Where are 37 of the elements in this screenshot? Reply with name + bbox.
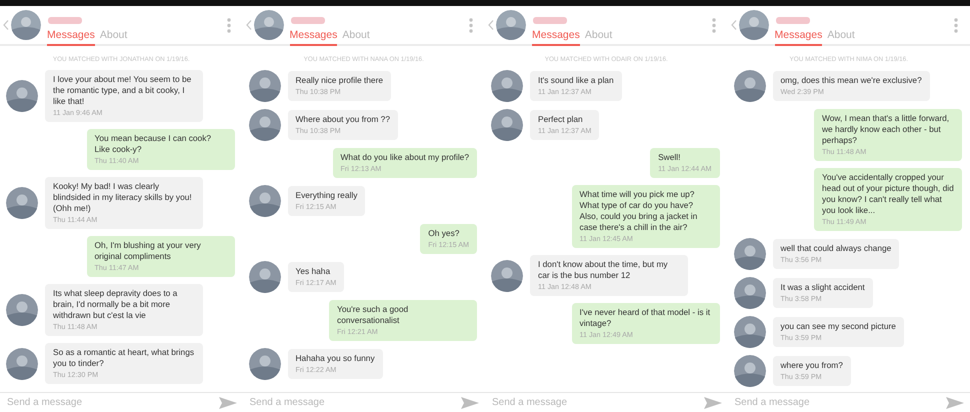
avatar[interactable] [491, 109, 523, 141]
message-field[interactable]: Send a message [250, 397, 400, 408]
tab[interactable]: Messages [47, 29, 95, 46]
tab[interactable]: Messages [774, 29, 822, 46]
avatar[interactable] [496, 10, 526, 40]
tab[interactable]: About [827, 29, 855, 46]
tab[interactable]: About [584, 29, 612, 46]
avatar[interactable] [738, 10, 768, 40]
message-field[interactable]: Send a message [7, 397, 157, 408]
avatar[interactable] [6, 187, 38, 219]
tab[interactable]: About [342, 29, 370, 46]
avatar[interactable] [11, 10, 41, 40]
avatar[interactable] [248, 185, 280, 217]
redaction-mark [774, 16, 810, 25]
tab[interactable]: Messages [290, 29, 338, 46]
avatar[interactable] [248, 348, 280, 380]
tab[interactable]: About [100, 29, 128, 46]
avatar[interactable] [734, 70, 766, 102]
message-field[interactable]: Send a message [734, 397, 884, 408]
avatar[interactable] [734, 238, 766, 270]
avatar[interactable] [6, 80, 38, 112]
avatar[interactable] [6, 294, 38, 326]
avatar[interactable] [6, 348, 38, 380]
message-field[interactable]: Send a message [492, 397, 642, 408]
redaction-mark [532, 16, 568, 25]
avatar[interactable] [734, 355, 766, 387]
avatar[interactable] [254, 10, 284, 40]
avatar[interactable] [248, 70, 280, 102]
redaction-mark [47, 16, 83, 25]
avatar[interactable] [491, 70, 523, 102]
avatar[interactable] [491, 260, 523, 292]
avatar[interactable] [248, 261, 280, 293]
avatar[interactable] [248, 109, 280, 141]
avatar[interactable] [734, 277, 766, 309]
redaction-mark [290, 16, 326, 25]
tab[interactable]: Messages [532, 29, 580, 46]
avatar[interactable] [734, 316, 766, 348]
